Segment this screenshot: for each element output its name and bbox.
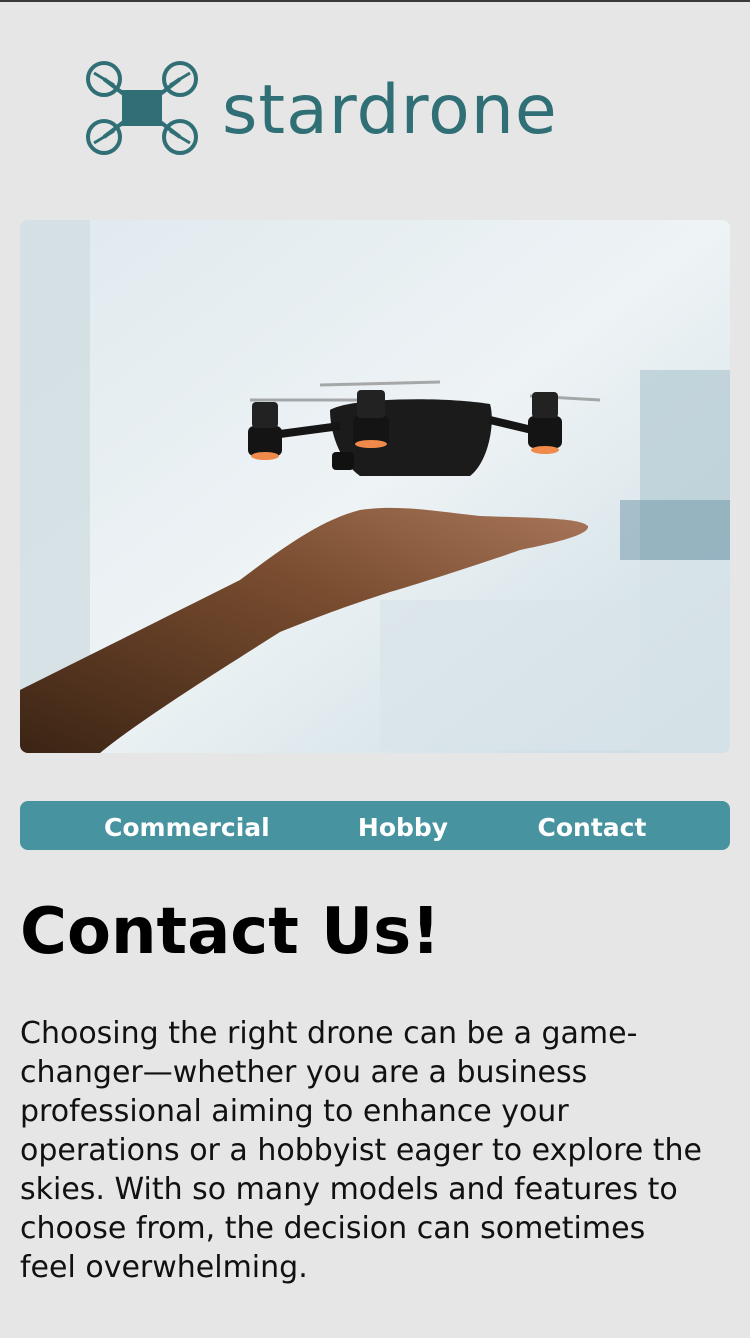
brand-name[interactable]: stardrone xyxy=(222,69,558,153)
page-title: Contact Us! xyxy=(20,895,441,969)
nav-item-commercial[interactable]: Commercial xyxy=(104,813,270,843)
nav-item-contact[interactable]: Contact xyxy=(532,813,652,843)
intro-paragraph: Choosing the right drone can be a game-c… xyxy=(20,1016,703,1285)
hero-image xyxy=(20,220,730,753)
top-border xyxy=(0,0,750,2)
main-nav: Commercial Hobby Contact xyxy=(20,801,730,850)
nav-item-hobby[interactable]: Hobby xyxy=(353,813,453,843)
drone-logo-icon[interactable] xyxy=(84,61,200,155)
site-header: stardrone xyxy=(0,55,750,165)
